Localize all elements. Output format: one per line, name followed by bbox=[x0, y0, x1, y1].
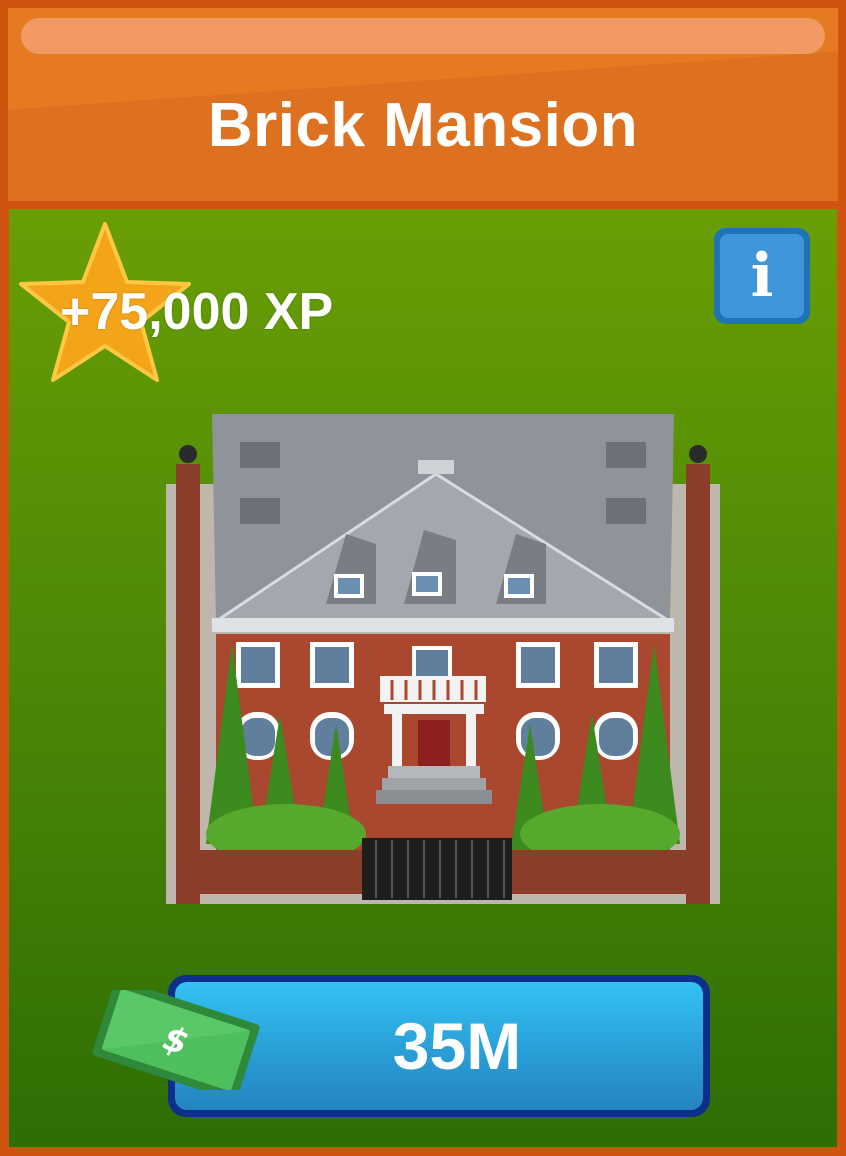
info-button[interactable]: i bbox=[714, 228, 810, 324]
cash-icon: $ bbox=[92, 990, 260, 1090]
brick-mansion-image bbox=[166, 414, 720, 904]
info-icon: i bbox=[720, 234, 804, 318]
header-shine bbox=[21, 18, 825, 54]
item-title: Brick Mansion bbox=[207, 91, 639, 160]
xp-reward: +75,000 XP bbox=[60, 283, 334, 341]
item-card: Brick Mansion +75,000 XP i 35M $ bbox=[0, 0, 846, 1156]
card-header: Brick Mansion bbox=[8, 8, 838, 201]
price-label: 35M bbox=[392, 1009, 522, 1083]
